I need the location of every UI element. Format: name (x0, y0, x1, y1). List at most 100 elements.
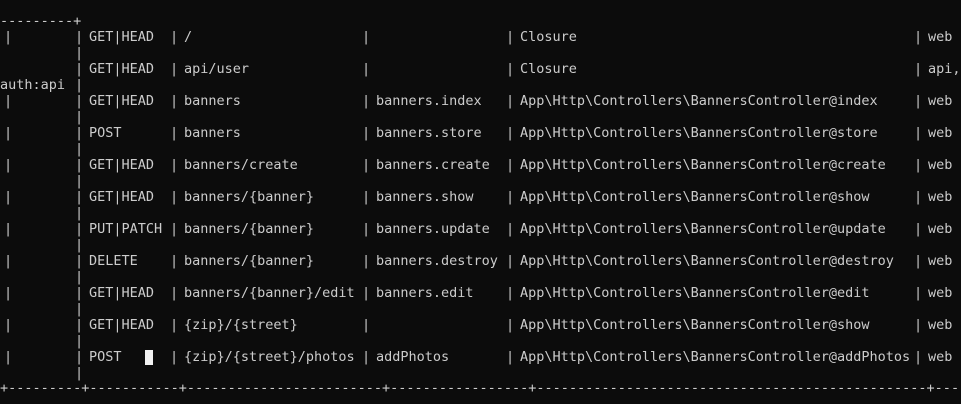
route-uri-cell: banners (184, 93, 241, 109)
column-separator: | (170, 125, 179, 141)
column-separator: | (75, 269, 84, 285)
column-separator: | (914, 285, 923, 301)
table-row: | | | | | | GET|HEAD {zip}/{street} App\Http\Con… (0, 317, 961, 333)
route-uri-cell: {zip}/{street}/photos (184, 349, 355, 365)
route-method-cell: GET|HEAD (89, 157, 155, 173)
column-separator: | (506, 189, 515, 205)
column-separator: | (362, 29, 371, 45)
table-row-wrap: | (0, 301, 961, 317)
route-uri-cell: / (184, 29, 193, 45)
route-middleware-cell: web (928, 285, 953, 301)
route-uri-cell: banners/create (184, 157, 298, 173)
table-row: | | | | | | DELETE banners/{banner} banners.dest… (0, 253, 961, 269)
column-separator: | (170, 29, 179, 45)
column-separator: | (914, 253, 923, 269)
route-uri-cell: banners/{banner} (184, 221, 315, 237)
route-method-cell: GET|HEAD (89, 189, 155, 205)
route-middleware-cell: web (928, 349, 953, 365)
column-separator: | (914, 349, 923, 365)
column-separator: | (4, 221, 13, 237)
route-method-cell: GET|HEAD (89, 61, 155, 77)
table-row: | | | | | | GET|HEAD banners banners.index App\Ht… (0, 93, 961, 109)
route-uri-cell: banners/{banner} (184, 189, 315, 205)
route-middleware-cell: web (928, 221, 953, 237)
route-method-cell: POST (89, 125, 122, 141)
column-separator: | (75, 45, 84, 61)
column-separator: | (4, 317, 13, 333)
column-separator: | (362, 253, 371, 269)
column-separator: | (362, 189, 371, 205)
column-separator: | (362, 125, 371, 141)
text-cursor (145, 350, 153, 365)
column-separator: | (362, 221, 371, 237)
route-name-cell: banners.create (376, 157, 490, 173)
table-border-bottom: +---------+-----------+-----------------… (0, 380, 961, 396)
table-border-top: ---------+ (0, 13, 82, 29)
route-action-cell: Closure (520, 61, 577, 77)
table-row-wrap: | (0, 173, 961, 189)
column-separator: | (75, 349, 84, 365)
table-row: | | | | | GET|HEAD api/user Closure api, (0, 61, 961, 77)
route-method-cell: GET|HEAD (89, 29, 155, 45)
route-name-cell: addPhotos (376, 349, 450, 365)
route-middleware-cell: api, (928, 61, 961, 77)
column-separator: | (75, 317, 84, 333)
route-uri-cell: {zip}/{street} (184, 317, 298, 333)
table-row-wrap: | (0, 109, 961, 125)
table-row-wrap: | (0, 333, 961, 349)
table-row: | | | | | | POST banners banners.store App\Http\C… (0, 125, 961, 141)
route-middleware-cell: web (928, 93, 953, 109)
route-wrap-text: auth:api (0, 77, 66, 93)
column-separator: | (75, 77, 84, 93)
column-separator: | (4, 29, 13, 45)
route-action-cell: App\Http\Controllers\BannersController@a… (520, 349, 911, 365)
route-method-cell: GET|HEAD (89, 285, 155, 301)
column-separator: | (75, 189, 84, 205)
route-uri-cell: banners/{banner}/edit (184, 285, 355, 301)
column-separator: | (75, 301, 84, 317)
table-row-wrap: | (0, 269, 961, 285)
column-separator: | (914, 317, 923, 333)
route-action-cell: App\Http\Controllers\BannersController@c… (520, 157, 886, 173)
column-separator: | (4, 349, 13, 365)
route-middleware-cell: web (928, 253, 953, 269)
route-name-cell: banners.update (376, 221, 490, 237)
column-separator: | (914, 189, 923, 205)
table-row-wrap: | (0, 237, 961, 253)
route-method-cell: GET|HEAD (89, 93, 155, 109)
column-separator: | (75, 365, 84, 381)
column-separator: | (4, 157, 13, 173)
column-separator: | (362, 349, 371, 365)
table-row: | | | | | | GET|HEAD / Closure web (0, 29, 961, 45)
route-middleware-cell: web (928, 125, 953, 141)
table-row-wrap: auth:api | (0, 77, 961, 93)
terminal-window[interactable]: ---------+ | | | | | | GET|HEAD / Closure web | | | |… (0, 0, 961, 404)
column-separator: | (362, 285, 371, 301)
table-row: | | | | | | GET|HEAD banners/{banner}/edit banne… (0, 285, 961, 301)
column-separator: | (506, 285, 515, 301)
table-row-wrap: | (0, 141, 961, 157)
column-separator: | (170, 189, 179, 205)
route-action-cell: App\Http\Controllers\BannersController@s… (520, 189, 870, 205)
column-separator: | (362, 157, 371, 173)
route-uri-cell: api/user (184, 61, 250, 77)
column-separator: | (75, 173, 84, 189)
table-row: | | | | | | GET|HEAD banners/create banners.crea… (0, 157, 961, 173)
column-separator: | (914, 125, 923, 141)
column-separator: | (914, 93, 923, 109)
route-uri-cell: banners (184, 125, 241, 141)
column-separator: | (362, 93, 371, 109)
route-action-cell: App\Http\Controllers\BannersController@u… (520, 221, 886, 237)
column-separator: | (75, 333, 84, 349)
column-separator: | (362, 317, 371, 333)
column-separator: | (506, 317, 515, 333)
column-separator: | (170, 221, 179, 237)
column-separator: | (914, 157, 923, 173)
column-separator: | (4, 285, 13, 301)
column-separator: | (75, 109, 84, 125)
column-separator: | (506, 157, 515, 173)
route-middleware-cell: web (928, 29, 953, 45)
table-row: | | | | | | PUT|PATCH banners/{banner} banners.u… (0, 221, 961, 237)
route-action-cell: App\Http\Controllers\BannersController@e… (520, 285, 870, 301)
column-separator: | (75, 141, 84, 157)
